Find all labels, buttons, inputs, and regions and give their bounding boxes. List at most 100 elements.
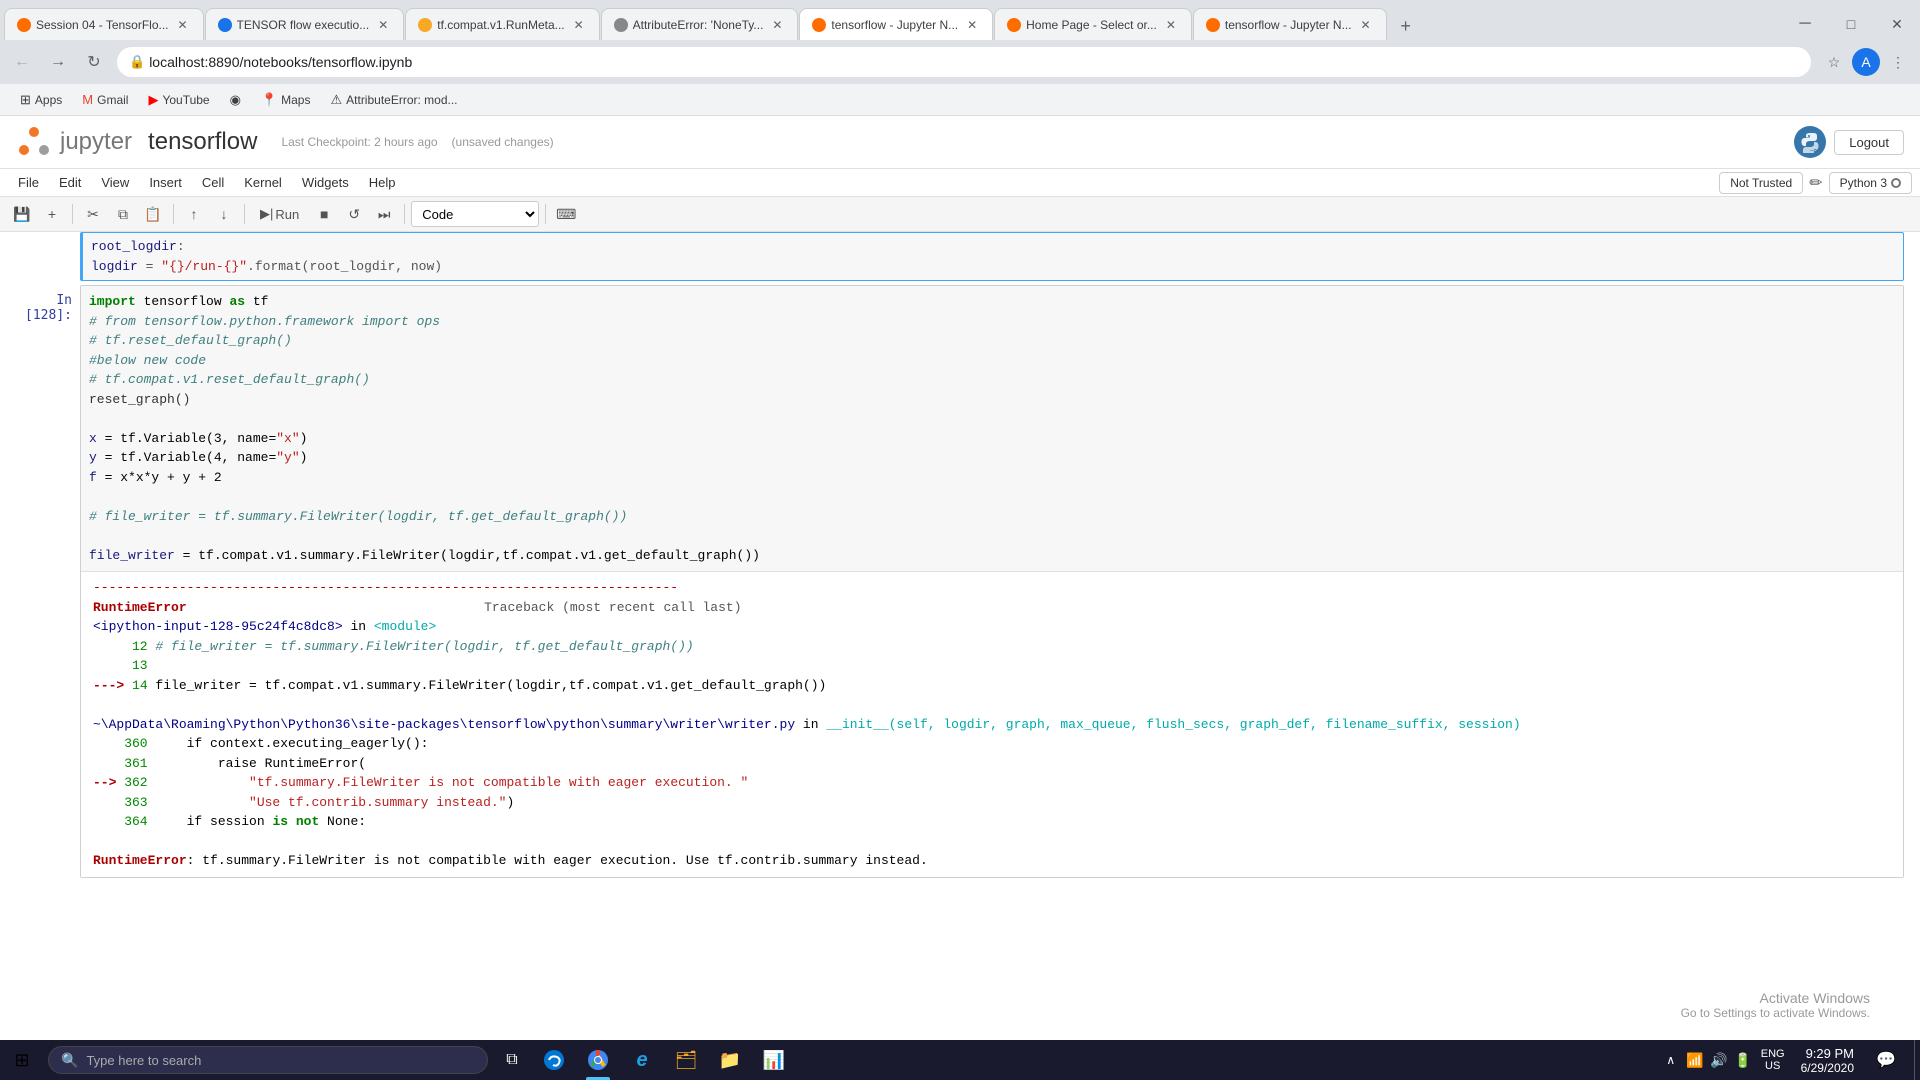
taskbar-explorer-app[interactable]: 🗂 xyxy=(664,1040,708,1080)
task-view-button[interactable]: ⧉ xyxy=(492,1040,532,1080)
cell-type-select[interactable]: Code Markdown Raw NBConvert xyxy=(411,201,539,227)
tray-volume-icon[interactable]: 🔊 xyxy=(1709,1050,1729,1070)
search-icon: 🔍 xyxy=(61,1052,78,1069)
code-x-var: x xyxy=(89,431,97,446)
tab-tensorflow-jupyter-2[interactable]: tensorflow - Jupyter N... ✕ xyxy=(1193,8,1387,40)
tab-close-7[interactable]: ✕ xyxy=(1358,17,1374,33)
notebook-content[interactable]: root_logdir: logdir = "{}/run-{}".format… xyxy=(0,232,1920,1040)
bookmark-attribute-error[interactable]: ⚠ AttributeError: mod... xyxy=(322,88,465,112)
partial-code-line2: logdir xyxy=(91,259,138,274)
not-trusted-button[interactable]: Not Trusted xyxy=(1719,172,1803,194)
menu-edit[interactable]: Edit xyxy=(49,171,91,194)
back-button[interactable]: ← xyxy=(8,48,36,76)
partial-cell-content[interactable]: root_logdir: logdir = "{}/run-{}".format… xyxy=(80,232,1904,281)
tab-close-5[interactable]: ✕ xyxy=(964,17,980,33)
error-line363: 363 xyxy=(93,795,148,810)
maximize-button[interactable]: □ xyxy=(1828,8,1874,40)
restart-button[interactable]: ↺ xyxy=(340,201,368,227)
partial-code-str: "{}/run-{}" xyxy=(161,259,247,274)
run-button[interactable]: ▶| Run xyxy=(251,203,308,225)
error-line362-str: "tf.summary.FileWriter is not compatible… xyxy=(249,775,748,790)
save-button[interactable]: 💾 xyxy=(8,201,36,227)
error-line361: 361 xyxy=(93,756,148,771)
interrupt-button[interactable]: ■ xyxy=(310,201,338,227)
new-tab-button[interactable]: + xyxy=(1392,12,1420,40)
tray-time-label: 9:29 PM xyxy=(1801,1046,1854,1061)
main-area: jupyter tensorflow Last Checkpoint: 2 ho… xyxy=(0,116,1920,1040)
bookmark-item3[interactable]: ◉ xyxy=(222,88,249,112)
taskbar-app5[interactable]: 📊 xyxy=(752,1040,796,1080)
edit-icon[interactable]: ✏ xyxy=(1809,173,1822,193)
fast-forward-button[interactable]: ⏭ xyxy=(370,201,398,227)
tab-close-4[interactable]: ✕ xyxy=(769,17,785,33)
show-desktop-button[interactable] xyxy=(1914,1040,1920,1080)
profile-button[interactable]: A xyxy=(1852,48,1880,76)
start-button[interactable]: ⊞ xyxy=(0,1040,44,1080)
taskbar-edge-app[interactable] xyxy=(532,1040,576,1080)
close-window-button[interactable]: ✕ xyxy=(1874,8,1920,40)
tray-clock[interactable]: 9:29 PM 6/29/2020 xyxy=(1793,1046,1862,1075)
toolbar: 💾 + ✂ ⧉ 📋 ↑ ↓ ▶| Run ■ ↺ ⏭ Code Markdown… xyxy=(0,197,1920,232)
tab-tensor-flow-exec[interactable]: TENSOR flow executio... ✕ xyxy=(205,8,405,40)
add-cell-button[interactable]: + xyxy=(38,201,66,227)
tab-close-2[interactable]: ✕ xyxy=(375,17,391,33)
cell-128-code: import tensorflow as tf # from tensorflo… xyxy=(81,286,1903,571)
menu-help[interactable]: Help xyxy=(359,171,406,194)
tab-tensorflow-jupyter-active[interactable]: tensorflow - Jupyter N... ✕ xyxy=(799,8,993,40)
tab-tf-compat[interactable]: tf.compat.v1.RunMeta... ✕ xyxy=(405,8,599,40)
keyboard-shortcuts-button[interactable]: ⌨ xyxy=(552,201,580,227)
cut-button[interactable]: ✂ xyxy=(79,201,107,227)
menu-insert[interactable]: Insert xyxy=(139,171,192,194)
error-line12: 12 xyxy=(93,639,148,654)
partial-code-assign: = xyxy=(138,259,161,274)
tab-label-4: AttributeError: 'NoneTy... xyxy=(633,18,764,32)
tray-battery-icon[interactable]: 🔋 xyxy=(1733,1050,1753,1070)
tab-home-page[interactable]: Home Page - Select or... ✕ xyxy=(994,8,1192,40)
cell-128-content[interactable]: import tensorflow as tf # from tensorflo… xyxy=(80,285,1904,878)
taskbar-ie-app[interactable]: e xyxy=(620,1040,664,1080)
copy-button[interactable]: ⧉ xyxy=(109,201,137,227)
tab-close-6[interactable]: ✕ xyxy=(1163,17,1179,33)
tray-region-label: US xyxy=(1761,1060,1785,1072)
error-line361-code: raise RuntimeError( xyxy=(148,756,366,771)
url-bar[interactable]: 🔒 localhost:8890/notebooks/tensorflow.ip… xyxy=(116,46,1812,78)
menu-view[interactable]: View xyxy=(91,171,139,194)
notebook-wrapper[interactable]: jupyter tensorflow Last Checkpoint: 2 ho… xyxy=(0,116,1920,1040)
error-line363-close: ) xyxy=(506,795,514,810)
bookmark-youtube[interactable]: ▶ YouTube xyxy=(140,88,217,112)
move-up-button[interactable]: ↑ xyxy=(180,201,208,227)
bookmark-apps[interactable]: ⊞ Apps xyxy=(12,88,70,112)
bookmark-gmail[interactable]: M Gmail xyxy=(74,88,136,111)
tab-close-1[interactable]: ✕ xyxy=(175,17,191,33)
tab-attribute-error[interactable]: AttributeError: 'NoneTy... ✕ xyxy=(601,8,799,40)
menu-file[interactable]: File xyxy=(8,171,49,194)
menu-widgets[interactable]: Widgets xyxy=(292,171,359,194)
tab-label-6: Home Page - Select or... xyxy=(1026,18,1157,32)
bookmark-maps[interactable]: 📍 Maps xyxy=(253,88,319,112)
action-center-button[interactable]: 💬 xyxy=(1866,1040,1906,1080)
search-placeholder-text: Type here to search xyxy=(86,1053,201,1068)
error-in2: in xyxy=(795,717,826,732)
extensions-button[interactable]: ⋮ xyxy=(1884,48,1912,76)
gmail-icon: M xyxy=(82,92,93,107)
tray-language[interactable]: ENG US xyxy=(1757,1048,1789,1072)
tab-session04[interactable]: Session 04 - TensorFlo... ✕ xyxy=(4,8,204,40)
reload-button[interactable]: ↻ xyxy=(80,48,108,76)
tray-network-icon[interactable]: 📶 xyxy=(1685,1050,1705,1070)
minimize-button[interactable]: ─ xyxy=(1782,8,1828,40)
bookmark-star-button[interactable]: ☆ xyxy=(1820,48,1848,76)
tab-close-3[interactable]: ✕ xyxy=(571,17,587,33)
error-line14-code: file_writer = tf.compat.v1.summary.FileW… xyxy=(148,678,827,693)
logout-button[interactable]: Logout xyxy=(1834,130,1904,155)
move-down-button[interactable]: ↓ xyxy=(210,201,238,227)
paste-button[interactable]: 📋 xyxy=(139,201,167,227)
taskbar-search-box[interactable]: 🔍 Type here to search xyxy=(48,1046,488,1074)
menu-kernel[interactable]: Kernel xyxy=(234,171,292,194)
taskbar-chrome-app[interactable] xyxy=(576,1040,620,1080)
forward-button[interactable]: → xyxy=(44,48,72,76)
partial-cell-above: root_logdir: logdir = "{}/run-{}".format… xyxy=(0,232,1920,281)
file-manager-icon: 📁 xyxy=(719,1050,741,1071)
taskbar-file-manager-app[interactable]: 📁 xyxy=(708,1040,752,1080)
menu-cell[interactable]: Cell xyxy=(192,171,234,194)
tray-chevron[interactable]: ∧ xyxy=(1661,1050,1681,1070)
